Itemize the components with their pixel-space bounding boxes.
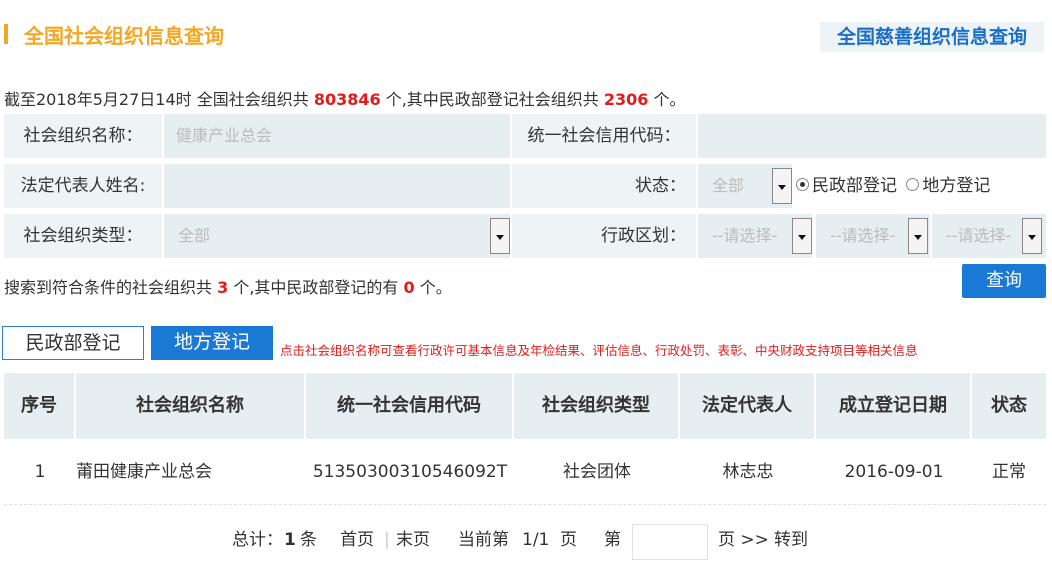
- form-row-1: 社会组织名称： 统一社会信用代码：: [4, 114, 1046, 158]
- org-type-dropdown-arrow-icon[interactable]: [490, 218, 510, 254]
- radio-checked-icon[interactable]: [796, 178, 809, 191]
- status-dropdown-arrow-icon[interactable]: [772, 168, 792, 204]
- org-type-select-value: 全部: [178, 226, 211, 245]
- radio-mz-label: 民政部登记: [812, 176, 897, 196]
- header-status: 状态: [991, 395, 1027, 416]
- pager-current-label: 当前第: [458, 530, 509, 550]
- pager-current-value: 1/1: [522, 530, 550, 550]
- table-header: 序号 社会组织名称 统一社会信用代码 社会组织类型 法定代表人 成立登记日期 状…: [4, 373, 1046, 439]
- cell-rep: 林志忠: [722, 462, 774, 482]
- org-name-label: 社会组织名称：: [4, 114, 162, 158]
- result-mz-count: 0: [403, 278, 415, 297]
- radio-df[interactable]: 地方登记: [906, 176, 990, 196]
- legal-rep-label: 法定代表人姓名:: [4, 164, 162, 208]
- pager-goto-prefix: 第: [604, 530, 621, 550]
- cell-type: 社会团体: [563, 462, 631, 482]
- result-prefix: 搜索到符合条件的社会组织共: [4, 278, 213, 297]
- summary-total-count: 803846: [313, 90, 381, 109]
- region-label: 行政区划：: [512, 214, 696, 258]
- region-county-arrow-icon[interactable]: [1022, 218, 1042, 254]
- header-no: 序号: [4, 373, 76, 439]
- summary-mid: 个,其中民政部登记社会组织共: [385, 90, 599, 109]
- pager-total-unit: 条: [300, 530, 317, 550]
- charity-query-link[interactable]: 全国慈善组织信息查询: [820, 22, 1044, 52]
- header-code: 统一社会信用代码: [306, 373, 514, 439]
- result-summary: 搜索到符合条件的社会组织共 3 个,其中民政部登记的有 0 个。: [4, 274, 452, 298]
- result-count: 3: [217, 278, 229, 297]
- page-title: 全国社会组织信息查询: [24, 24, 224, 48]
- form-row-2: 法定代表人姓名: 状态： 全部 民政部登记 地方登记: [4, 164, 1046, 208]
- pager-current-unit: 页: [560, 530, 577, 550]
- page-number-input[interactable]: [632, 524, 708, 560]
- status-label: 状态：: [512, 164, 696, 208]
- title-bar: 全国社会组织信息查询 全国慈善组织信息查询: [0, 18, 1052, 54]
- registration-radio-group: 民政部登记 地方登记: [796, 164, 990, 208]
- cell-status: 正常: [992, 462, 1026, 482]
- title-accent-bar: [4, 24, 8, 44]
- org-type-label: 社会组织类型：: [4, 214, 162, 258]
- query-button[interactable]: 查询: [962, 264, 1046, 298]
- region-province-arrow-icon[interactable]: [792, 218, 812, 254]
- summary-prefix: 截至2018年5月27日14时 全国社会组织共: [4, 90, 309, 109]
- pager-total-label: 总计：: [232, 530, 283, 550]
- credit-code-input[interactable]: [698, 114, 1046, 158]
- status-select-value: 全部: [712, 176, 745, 195]
- radio-unchecked-icon[interactable]: [906, 178, 920, 191]
- header-rep: 法定代表人: [680, 373, 816, 439]
- legal-rep-input[interactable]: [164, 164, 510, 208]
- cell-date: 2016-09-01: [844, 462, 944, 482]
- summary-line: 截至2018年5月27日14时 全国社会组织共 803846 个,其中民政部登记…: [4, 86, 686, 110]
- radio-df-label: 地方登记: [922, 176, 991, 196]
- tab-mz-registration[interactable]: 民政部登记: [2, 326, 144, 360]
- table-row: 1 莆田健康产业总会 51350300310546092T 社会团体 林志忠 2…: [4, 439, 1046, 505]
- summary-mz-count: 2306: [603, 90, 649, 109]
- pager-goto-button[interactable]: 转到: [774, 520, 808, 560]
- cell-code: 51350300310546092T: [312, 462, 508, 482]
- result-suffix: 个。: [419, 278, 452, 297]
- result-mid: 个,其中民政部登记的有: [233, 278, 399, 297]
- cell-name-link[interactable]: 莆田健康产业总会: [76, 439, 306, 505]
- cell-no: 1: [34, 462, 46, 482]
- radio-mz[interactable]: 民政部登记: [796, 176, 897, 196]
- pager-first-link[interactable]: 首页: [340, 520, 374, 560]
- pager-separator: |: [384, 530, 390, 550]
- region-select-province-value: --请选择-: [712, 226, 778, 245]
- header-name: 社会组织名称: [76, 373, 306, 439]
- region-select-county-value: --请选择-: [946, 226, 1012, 245]
- tab-local-registration[interactable]: 地方登记: [151, 326, 273, 360]
- region-select-city-value: --请选择-: [830, 226, 896, 245]
- summary-suffix: 个。: [653, 90, 686, 109]
- pager-last-link[interactable]: 末页: [396, 520, 430, 560]
- credit-code-label: 统一社会信用代码：: [512, 114, 696, 158]
- header-type: 社会组织类型: [514, 373, 680, 439]
- header-date: 成立登记日期: [816, 373, 972, 439]
- form-row-3: 社会组织类型： 全部 行政区划： --请选择- --请选择- --请选择-: [4, 214, 1046, 258]
- results-table: 序号 社会组织名称 统一社会信用代码 社会组织类型 法定代表人 成立登记日期 状…: [4, 373, 1046, 505]
- pager-total-value: 1: [284, 530, 296, 550]
- org-name-input[interactable]: [164, 114, 510, 158]
- org-type-select[interactable]: 全部: [164, 214, 510, 258]
- hint-text: 点击社会组织名称可查看行政许可基本信息及年检结果、评估信息、行政处罚、表彰、中央…: [280, 343, 918, 358]
- pager-goto-suffix: 页 >>: [718, 530, 769, 550]
- region-city-arrow-icon[interactable]: [908, 218, 928, 254]
